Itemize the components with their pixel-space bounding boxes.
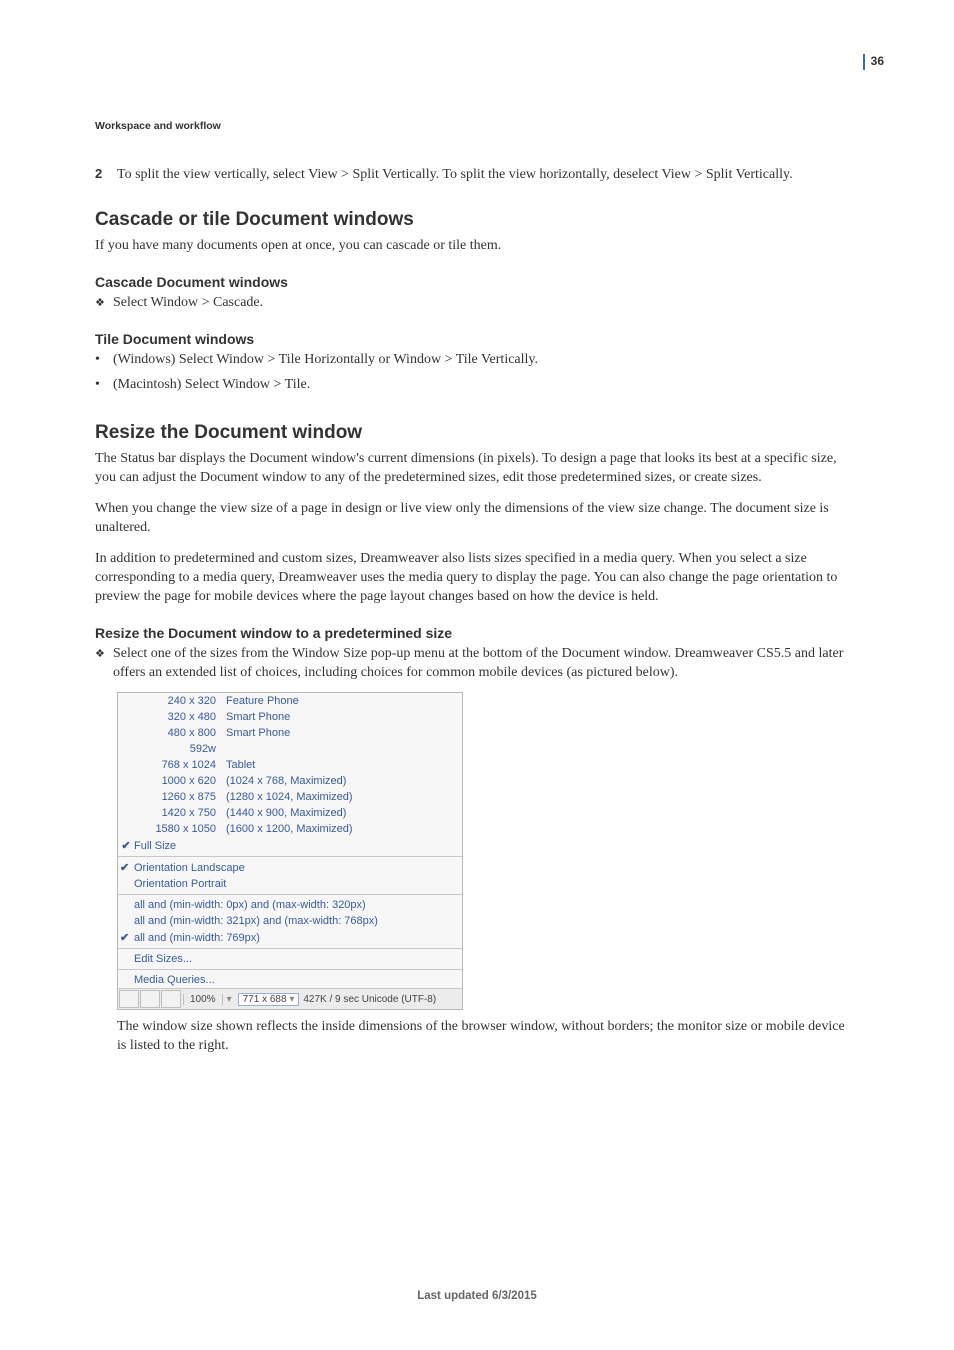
heading-resize: Resize the Document window [95,422,855,444]
chevron-down-icon: ▾ [289,994,294,1005]
diamond-bullet-icon: ❖ [95,645,113,663]
menu-dims: 320 x 480 [134,711,226,723]
menu-item-media-query[interactable]: all and (min-width: 769px) [118,929,462,946]
bullet-predetermined-text: Select one of the sizes from the Window … [113,645,855,683]
menu-item-media-query[interactable]: all and (min-width: 0px) and (max-width:… [118,897,462,913]
menu-desc: Tablet [226,759,462,771]
menu-size-list: 240 x 320Feature Phone 320 x 480Smart Ph… [118,693,462,854]
figure-caption: The window size shown reflects the insid… [117,1018,855,1056]
menu-desc: (1280 x 1024, Maximized) [226,791,462,803]
resize-p1: The Status bar displays the Document win… [95,450,855,488]
menu-dims: 1420 x 750 [134,807,226,819]
window-size-field[interactable]: 771 x 688 ▾ [238,993,300,1006]
menu-dims: 240 x 320 [134,695,226,707]
menu-item-size[interactable]: 1260 x 875(1280 x 1024, Maximized) [118,789,462,805]
statusbar-info: 427K / 9 sec Unicode (UTF-8) [299,994,436,1005]
window-size-value: 771 x 688 [243,994,287,1005]
menu-desc: Feature Phone [226,695,462,707]
page-footer: Last updated 6/3/2015 [0,1290,954,1302]
bullet-cascade: ❖ Select Window > Cascade. [95,294,855,313]
bullet-tile-win-text: (Windows) Select Window > Tile Horizonta… [113,351,538,370]
bullet-cascade-text: Select Window > Cascade. [113,294,263,313]
dot-bullet-icon: • [95,376,113,394]
diamond-bullet-icon: ❖ [95,294,113,312]
menu-separator [118,894,462,895]
menu-item-edit-sizes[interactable]: Edit Sizes... [118,951,462,967]
menu-dims: 480 x 800 [134,727,226,739]
menu-dims: 1580 x 1050 [134,823,226,835]
menu-dims: 768 x 1024 [134,759,226,771]
zoom-dropdown-icon[interactable]: ▾ [223,994,234,1005]
menu-item-media-queries[interactable]: Media Queries... [118,972,462,988]
heading-cascade-windows: Cascade Document windows [95,274,855,290]
menu-desc: Smart Phone [226,711,462,723]
status-bar: 100% ▾ 771 x 688 ▾ 427K / 9 sec Unicode … [118,988,462,1009]
menu-desc: (1600 x 1200, Maximized) [226,823,462,835]
page-number: 36 [863,54,884,68]
menu-separator [118,969,462,970]
page-number-value: 36 [863,54,884,70]
statusbar-tool-icon[interactable] [119,990,139,1008]
bullet-tile-mac: • (Macintosh) Select Window > Tile. [95,376,855,395]
step-number: 2 [95,166,117,185]
menu-separator [118,948,462,949]
menu-item-orientation-portrait[interactable]: Orientation Portrait [118,876,462,892]
menu-item-size[interactable]: 768 x 1024Tablet [118,757,462,773]
menu-dims: 1260 x 875 [134,791,226,803]
window-size-menu: 240 x 320Feature Phone 320 x 480Smart Ph… [117,692,463,1010]
menu-desc: (1440 x 900, Maximized) [226,807,462,819]
bullet-tile-mac-text: (Macintosh) Select Window > Tile. [113,376,310,395]
bullet-tile-windows: • (Windows) Select Window > Tile Horizon… [95,351,855,370]
menu-item-orientation-landscape[interactable]: Orientation Landscape [118,859,462,876]
menu-desc: Smart Phone [226,727,462,739]
bullet-predetermined: ❖ Select one of the sizes from the Windo… [95,645,855,683]
menu-dims: 1000 x 620 [134,775,226,787]
menu-item-size[interactable]: 1000 x 620(1024 x 768, Maximized) [118,773,462,789]
cascade-intro: If you have many documents open at once,… [95,237,855,256]
heading-tile-windows: Tile Document windows [95,331,855,347]
menu-dims: 592w [134,743,226,755]
step-2: 2 To split the view vertically, select V… [95,166,855,185]
menu-item-size[interactable]: 1420 x 750(1440 x 900, Maximized) [118,805,462,821]
step-text: To split the view vertically, select Vie… [117,166,793,185]
resize-p3: In addition to predetermined and custom … [95,550,855,607]
dot-bullet-icon: • [95,351,113,369]
heading-cascade-tile: Cascade or tile Document windows [95,209,855,231]
menu-item-media-query[interactable]: all and (min-width: 321px) and (max-widt… [118,913,462,929]
zoom-level[interactable]: 100% [183,994,223,1005]
menu-full-size-label: Full Size [134,840,226,852]
menu-item-size[interactable]: 1580 x 1050(1600 x 1200, Maximized) [118,821,462,837]
page-content: Workspace and workflow 2 To split the vi… [95,120,855,1068]
menu-item-size[interactable]: 592w [118,741,462,757]
resize-p2: When you change the view size of a page … [95,500,855,538]
menu-desc: (1024 x 768, Maximized) [226,775,462,787]
running-header: Workspace and workflow [95,120,855,132]
menu-item-full-size[interactable]: ✔Full Size [118,837,462,854]
check-icon: ✔ [118,839,134,852]
heading-predetermined: Resize the Document window to a predeter… [95,625,855,641]
menu-separator [118,856,462,857]
menu-item-size[interactable]: 480 x 800Smart Phone [118,725,462,741]
statusbar-tool-icon[interactable] [161,990,181,1008]
menu-item-size[interactable]: 240 x 320Feature Phone [118,693,462,709]
statusbar-tool-icon[interactable] [140,990,160,1008]
menu-item-size[interactable]: 320 x 480Smart Phone [118,709,462,725]
